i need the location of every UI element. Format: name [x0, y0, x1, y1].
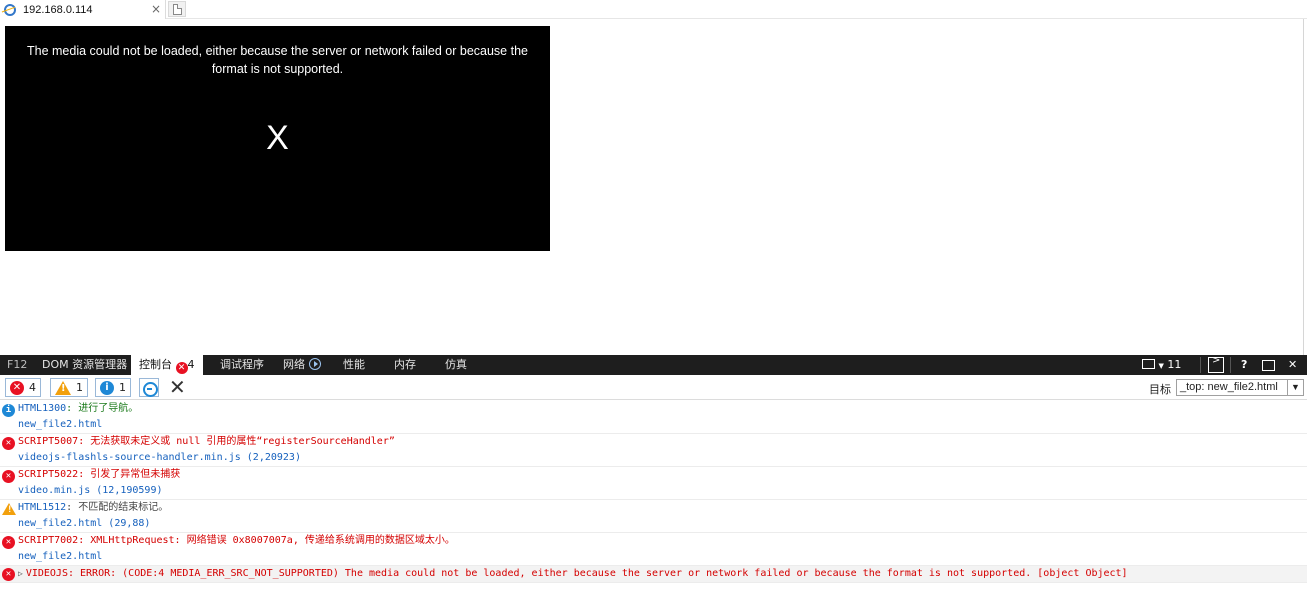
- filter-messages-button[interactable]: i 1: [95, 378, 131, 397]
- console-output[interactable]: i HTML1300: 进行了导航。 new_file2.html ✕ SCRI…: [0, 401, 1307, 603]
- entry-message: : 无法获取未定义或 null 引用的属性“registerSourceHand…: [78, 436, 395, 447]
- entry-source-link[interactable]: new_file2.html: [18, 549, 1307, 565]
- clear-on-navigate-button[interactable]: [139, 378, 159, 397]
- target-label: 目标: [1149, 383, 1171, 396]
- tab-network[interactable]: 网络: [283, 355, 321, 375]
- info-icon: i: [2, 404, 15, 417]
- entry-message-line: ▷ VIDEOJS: ERROR: (CODE:4 MEDIA_ERR_SRC_N…: [18, 566, 1307, 582]
- error-icon: ✕: [2, 437, 15, 450]
- new-tab-button[interactable]: [168, 1, 186, 17]
- entry-message: : 引发了异常但未捕获: [78, 469, 181, 480]
- tab-console-label: 控制台: [139, 358, 172, 371]
- page-scrollbar[interactable]: [1303, 19, 1307, 355]
- warning-icon: [55, 380, 71, 395]
- browser-tab[interactable]: 192.168.0.114 ×: [0, 0, 166, 19]
- devtools-tab-bar: F12 DOM 资源管理器 控制台 ✕ 4 调试程序 网络 性能 内存 仿真 ▼ …: [0, 355, 1307, 375]
- error-icon: ✕: [10, 380, 24, 395]
- tab-network-label: 网络: [283, 358, 305, 371]
- f12-label: F12: [7, 358, 28, 371]
- tab-console[interactable]: 控制台 ✕ 4: [131, 355, 203, 375]
- devtools-panel: F12 DOM 资源管理器 控制台 ✕ 4 调试程序 网络 性能 内存 仿真 ▼ …: [0, 355, 1307, 603]
- doc-mode-selector[interactable]: ▼ 11: [1142, 355, 1181, 375]
- entry-code: SCRIPT5022: [18, 469, 79, 480]
- console-entry: i HTML1300: 进行了导航。 new_file2.html: [0, 401, 1307, 434]
- entry-code: HTML1300: [18, 403, 67, 414]
- entry-source-link[interactable]: new_file2.html (29,88): [18, 516, 1307, 532]
- tab-title: 192.168.0.114: [23, 3, 93, 16]
- browser-tab-strip: 192.168.0.114 ×: [0, 0, 1307, 19]
- monitor-icon: [1142, 359, 1155, 369]
- toolbar-separator: [1230, 357, 1231, 373]
- target-select[interactable]: _top: new_file2.html ▼: [1176, 379, 1304, 396]
- error-icon: ✕: [2, 568, 15, 581]
- info-icon: i: [100, 380, 114, 395]
- tab-dom-explorer[interactable]: DOM 资源管理器: [42, 355, 127, 375]
- console-toolbar: ✕ 4 1 i 1 ✕ 目标 _top: new_file2.html ▼: [0, 375, 1307, 400]
- dropdown-arrow-icon: ▼: [1158, 362, 1164, 370]
- entry-message: : 进行了导航。: [66, 403, 139, 414]
- clear-console-button[interactable]: ✕: [169, 376, 186, 398]
- warning-icon: [2, 503, 16, 515]
- undock-button[interactable]: [1262, 360, 1275, 371]
- console-entry: ✕ SCRIPT7002: XMLHttpRequest: 网络错误 0x800…: [0, 533, 1307, 566]
- entry-source-link[interactable]: videojs-flashls-source-handler.min.js (2…: [18, 450, 1307, 466]
- entry-code: HTML1512: [18, 502, 67, 513]
- errors-count: 4: [29, 381, 36, 394]
- play-icon: [308, 358, 321, 370]
- console-entry: HTML1512: 不匹配的结束标记。 new_file2.html (29,8…: [0, 500, 1307, 533]
- tab-emulation[interactable]: 仿真: [445, 355, 467, 375]
- error-icon: ✕: [2, 536, 15, 549]
- entry-message-line: SCRIPT5007: 无法获取未定义或 null 引用的属性“register…: [18, 434, 1307, 450]
- entry-message-line: SCRIPT5022: 引发了异常但未捕获: [18, 467, 1307, 483]
- entry-message-line: HTML1300: 进行了导航。: [18, 401, 1307, 417]
- help-button[interactable]: ?: [1241, 355, 1247, 375]
- player-error-close-icon[interactable]: X: [5, 118, 550, 158]
- ie-logo-icon: [4, 3, 16, 16]
- console-entry: ✕ SCRIPT5007: 无法获取未定义或 null 引用的属性“regist…: [0, 434, 1307, 467]
- console-pane-button[interactable]: >: [1208, 355, 1224, 373]
- tab-memory[interactable]: 内存: [394, 355, 416, 375]
- filter-errors-button[interactable]: ✕ 4: [5, 378, 41, 397]
- entry-message: : 不匹配的结束标记。: [66, 502, 169, 513]
- filter-warnings-button[interactable]: 1: [50, 378, 88, 397]
- error-icon: ✕: [175, 362, 188, 374]
- messages-count: 1: [119, 381, 126, 394]
- warnings-count: 1: [76, 381, 83, 394]
- entry-message-line: HTML1512: 不匹配的结束标记。: [18, 500, 1307, 516]
- new-tab-icon: [173, 4, 182, 15]
- toolbar-separator: [1200, 357, 1201, 373]
- console-entry[interactable]: ✕ ▷ VIDEOJS: ERROR: (CODE:4 MEDIA_ERR_SRC…: [0, 566, 1307, 583]
- video-player[interactable]: The media could not be loaded, either be…: [5, 26, 550, 251]
- console-prompt-icon: >: [1212, 355, 1221, 366]
- entry-code: SCRIPT5007: [18, 436, 79, 447]
- entry-message: : XMLHttpRequest: 网络错误 0x8007007a, 传递给系统…: [78, 535, 455, 546]
- entry-message-line: SCRIPT7002: XMLHttpRequest: 网络错误 0x80070…: [18, 533, 1307, 549]
- tab-performance[interactable]: 性能: [343, 355, 365, 375]
- entry-code: SCRIPT7002: [18, 535, 79, 546]
- target-value: _top: new_file2.html: [1180, 381, 1278, 393]
- player-error-message: The media could not be loaded, either be…: [26, 44, 528, 76]
- close-devtools-button[interactable]: ✕: [1288, 355, 1297, 375]
- entry-message: VIDEOJS: ERROR: (CODE:4 MEDIA_ERR_SRC_NO…: [25, 568, 1128, 579]
- console-error-badge: 4: [187, 358, 195, 371]
- chevron-down-icon: ▼: [1287, 380, 1303, 395]
- entry-source-link[interactable]: video.min.js (12,190599): [18, 483, 1307, 499]
- console-entry: ✕ SCRIPT5022: 引发了异常但未捕获 video.min.js (12…: [0, 467, 1307, 500]
- entry-source-link[interactable]: new_file2.html: [18, 417, 1307, 433]
- tab-debugger[interactable]: 调试程序: [220, 355, 264, 375]
- tab-close-button[interactable]: ×: [151, 2, 161, 16]
- expand-arrow-icon[interactable]: ▷: [18, 569, 23, 578]
- doc-mode-value: 11: [1167, 358, 1182, 371]
- error-icon: ✕: [2, 470, 15, 483]
